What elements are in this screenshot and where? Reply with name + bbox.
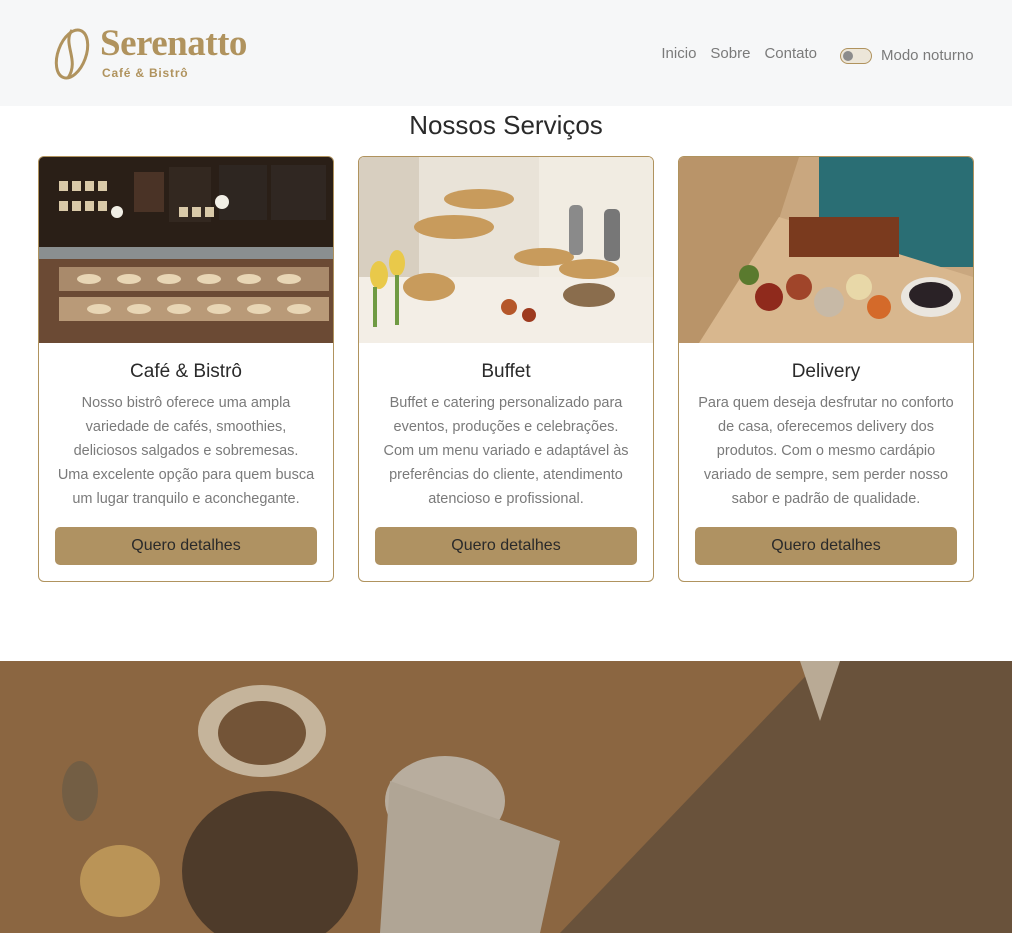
nav-link-sobre[interactable]: Sobre bbox=[710, 45, 750, 62]
brand-subtitle: Café & Bistrô bbox=[102, 66, 189, 80]
dark-mode-control: Modo noturno bbox=[840, 47, 974, 64]
cafe-hero-image bbox=[0, 661, 1012, 933]
details-button-delivery[interactable]: Quero detalhes bbox=[695, 527, 957, 565]
card-title: Delivery bbox=[791, 361, 861, 382]
dark-mode-label: Modo noturno bbox=[881, 47, 974, 64]
toggle-knob bbox=[843, 50, 853, 61]
service-card-cafe: Café & Bistrô Nosso bistrô oferece uma a… bbox=[38, 156, 334, 582]
coffee-shop-counter-image bbox=[39, 157, 333, 343]
delivery-food-box-image bbox=[679, 157, 973, 343]
coffee-bean-logo-icon bbox=[54, 28, 90, 80]
details-button-cafe[interactable]: Quero detalhes bbox=[55, 527, 317, 565]
card-title: Buffet bbox=[481, 361, 531, 382]
site-header: Serenatto Café & Bistrô Inicio Sobre Con… bbox=[0, 0, 1012, 106]
card-description: Nosso bistrô oferece uma ampla variedade… bbox=[57, 395, 315, 507]
brand-name: Serenatto bbox=[100, 23, 247, 64]
nav-link-contato[interactable]: Contato bbox=[764, 45, 817, 62]
details-button-buffet[interactable]: Quero detalhes bbox=[375, 527, 637, 565]
dark-mode-toggle[interactable] bbox=[840, 47, 872, 64]
nav-link-inicio[interactable]: Inicio bbox=[661, 45, 696, 62]
section-title: Nossos Serviços bbox=[409, 110, 603, 140]
main-nav: Inicio Sobre Contato bbox=[661, 45, 817, 62]
buffet-table-image bbox=[359, 157, 653, 343]
card-title: Café & Bistrô bbox=[130, 361, 242, 382]
card-description: Para quem deseja desfrutar no conforto d… bbox=[698, 395, 954, 507]
service-card-buffet: Buffet Buffet e catering personalizado p… bbox=[358, 156, 654, 582]
service-card-delivery: Delivery Para quem deseja desfrutar no c… bbox=[678, 156, 974, 582]
card-description: Buffet e catering personalizado para eve… bbox=[383, 395, 629, 507]
logo[interactable]: Serenatto Café & Bistrô bbox=[50, 23, 260, 84]
